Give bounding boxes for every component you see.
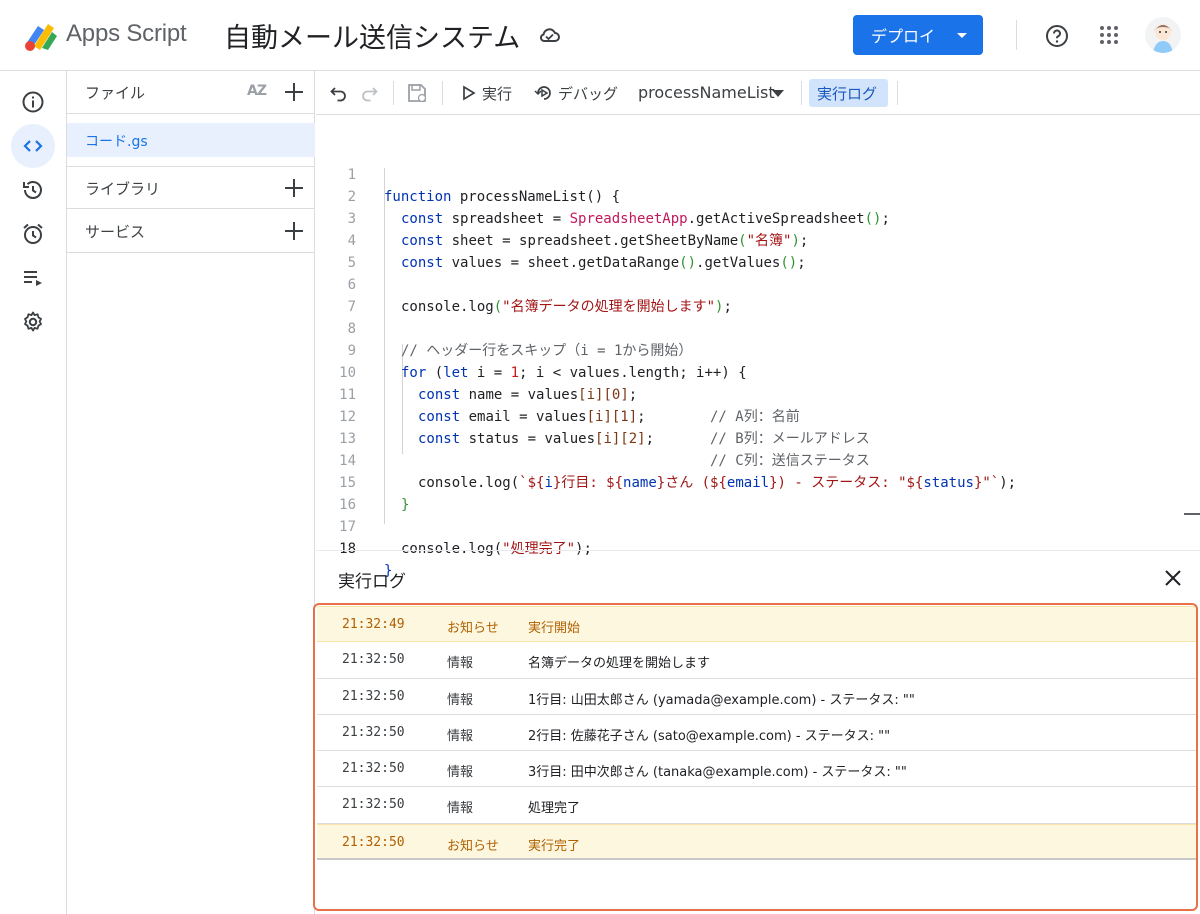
highlight-frame (313, 603, 1198, 911)
code-editor[interactable]: 1 function processNameList() { 2 const s… (316, 115, 1200, 579)
history-icon (23, 181, 42, 199)
undo-icon[interactable] (330, 84, 348, 102)
app-name[interactable]: Apps Script (66, 20, 187, 48)
execution-log-toggle[interactable]: 実行ログ (809, 79, 888, 107)
apps-grid-icon[interactable] (1099, 25, 1119, 45)
run-button[interactable]: 実行 (482, 83, 512, 104)
history-nav[interactable] (11, 168, 55, 212)
code-line: 3 const sheet = spreadsheet.getSheetByNa… (316, 186, 1200, 249)
editor-nav[interactable] (11, 124, 55, 168)
avatar-image (1153, 24, 1173, 53)
avatar[interactable] (1145, 17, 1181, 53)
project-title[interactable]: 自動メール送信システム (224, 16, 520, 55)
files-label: ファイル (85, 84, 146, 102)
toolbar-separator (393, 81, 394, 105)
deploy-label: デプロイ (871, 27, 936, 46)
play-icon (463, 85, 476, 101)
debug-button[interactable]: デバッグ (558, 83, 618, 104)
code-line: 2 const spreadsheet = SpreadsheetApp.get… (316, 164, 1200, 227)
files-header: ファイル AZ (67, 71, 315, 114)
editor-divider (316, 550, 1200, 551)
function-selector[interactable]: processNameList (638, 83, 775, 102)
toolbar-separator (801, 81, 802, 105)
code-line: 13 (316, 406, 1200, 447)
add-library-icon[interactable] (285, 179, 303, 197)
file-item-code-gs[interactable]: コード.gs (67, 123, 315, 157)
code-line: 15 } (316, 450, 1200, 513)
alarm-icon (23, 223, 43, 244)
deploy-button[interactable]: デプロイ (853, 15, 983, 55)
debug-icon (534, 86, 551, 100)
libraries-section[interactable]: ライブラリ (67, 166, 315, 209)
services-label: サービス (85, 223, 146, 241)
code-line: 6 console.log("名簿データの処理を開始します"); (316, 252, 1200, 315)
file-name: コード.gs (85, 134, 148, 150)
code-line: 9 for (let i = 1; i < values.length; i++… (316, 318, 1200, 381)
scrollbar-marker[interactable] (1184, 513, 1200, 515)
execution-log-title: 実行ログ (338, 572, 406, 592)
cloud-saved-icon (539, 28, 560, 42)
executions-nav[interactable] (11, 256, 55, 300)
close-icon[interactable] (1163, 568, 1183, 588)
toolbar-separator (897, 81, 898, 105)
executions-icon (24, 271, 42, 286)
code-line: 8 // ヘッダー行をスキップ（i = 1から開始） (316, 296, 1200, 359)
dropdown-caret-icon[interactable] (772, 90, 784, 97)
files-panel: ファイル AZ コード.gs ライブラリ サービス (67, 71, 315, 914)
overview-nav[interactable] (11, 80, 55, 124)
code-icon (23, 140, 43, 152)
code-line: 11 const email = values[i][1]; // B列：メール… (316, 362, 1200, 447)
add-service-icon[interactable] (285, 222, 303, 240)
editor-toolbar: 実行 デバッグ processNameList 実行ログ (316, 71, 1200, 115)
toolbar-separator (442, 81, 443, 105)
help-icon[interactable] (1045, 24, 1069, 48)
services-section[interactable]: サービス (67, 210, 315, 253)
apps-script-logo[interactable] (22, 20, 60, 52)
line-number: 18 (339, 541, 356, 557)
code-line: 12 const status = values[i][2]; // C列：送信… (316, 384, 1200, 469)
header-divider (1016, 20, 1017, 50)
sort-az-icon[interactable]: AZ (247, 83, 267, 99)
code-line: 7 (316, 274, 1200, 315)
code-line: 17 console.log("処理完了"); (316, 494, 1200, 557)
settings-nav[interactable] (11, 300, 55, 344)
code-line: 14 console.log(`${i}行目: ${name}さん (${ema… (316, 428, 1200, 491)
save-icon[interactable] (406, 82, 428, 104)
code-line: 4 const values = sheet.getDataRange().ge… (316, 208, 1200, 271)
code-line: 10 const name = values[i][0]; // A列：名前 (316, 340, 1200, 425)
code-line: 5 (316, 230, 1200, 271)
settings-icon (24, 311, 42, 332)
code-line: 16 (316, 472, 1200, 513)
add-file-icon[interactable] (285, 83, 303, 101)
libraries-label: ライブラリ (85, 180, 161, 198)
code-line: 18 } (316, 516, 1200, 579)
caret-down-icon (957, 33, 967, 38)
info-icon (22, 91, 44, 113)
app-header: Apps Script 自動メール送信システム デプロイ (0, 0, 1200, 71)
redo-icon[interactable] (360, 84, 378, 102)
triggers-nav[interactable] (11, 212, 55, 256)
code-line: 1 function processNameList() { (316, 142, 1200, 205)
left-nav-rail (0, 71, 67, 914)
